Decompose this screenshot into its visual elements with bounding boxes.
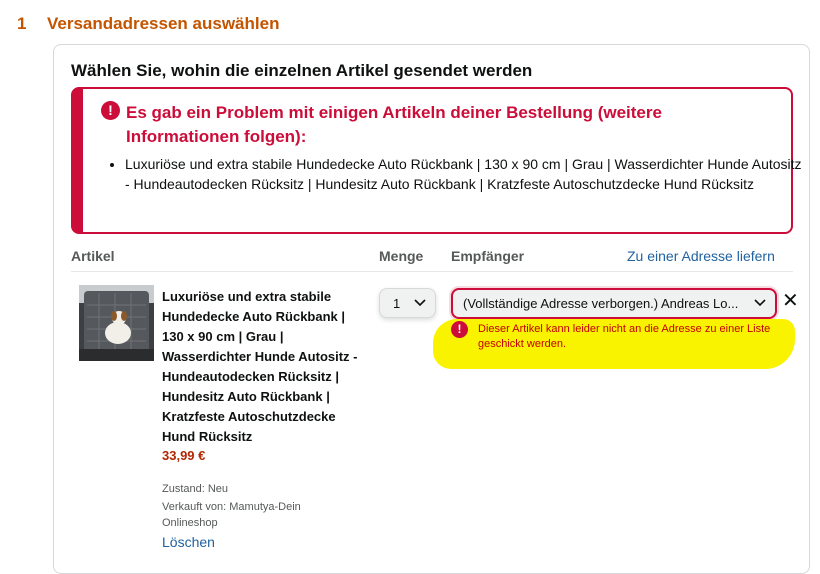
column-header-item: Artikel — [71, 248, 115, 264]
quantity-value: 1 — [393, 296, 401, 311]
alert-item-list: Luxuriöse und extra stabile Hundedecke A… — [109, 154, 805, 194]
product-condition: Zustand: Neu — [162, 483, 229, 495]
product-seller: Verkauft von: Mamutya-Dein Onlineshop — [162, 501, 301, 529]
column-header-recipient: Empfänger — [451, 248, 525, 264]
address-select[interactable]: (Vollständige Adresse verborgen.) Andrea… — [451, 288, 777, 319]
product-photo-graphic — [79, 285, 154, 361]
quantity-select[interactable]: 1 — [379, 288, 436, 318]
header-divider — [71, 271, 793, 272]
card-title: Wählen Sie, wohin die einzelnen Artikel … — [71, 61, 533, 80]
problem-alert: ! Es gab ein Problem mit einigen Artikel… — [71, 87, 802, 234]
delete-link[interactable]: Löschen — [162, 534, 215, 550]
column-header-quantity: Menge — [379, 248, 424, 264]
product-title-link[interactable]: Luxuriöse und extra stabile Hundedecke A… — [162, 287, 367, 447]
alert-heading: Es gab ein Problem mit einigen Artikeln … — [126, 103, 662, 146]
step-title: Versandadressen auswählen — [47, 14, 280, 33]
address-error-message: Dieser Artikel kann leider nicht an die … — [478, 323, 771, 350]
chevron-down-icon — [414, 299, 426, 307]
address-value: (Vollständige Adresse verborgen.) Andrea… — [463, 296, 739, 311]
step-header: 1 Versandadressen auswählen — [17, 12, 279, 36]
product-price: 33,99 € — [162, 448, 206, 463]
chevron-down-icon — [754, 299, 766, 307]
alert-icon: ! — [101, 101, 120, 120]
close-icon[interactable]: ✕ — [782, 291, 799, 311]
product-image[interactable] — [79, 285, 154, 361]
alert-item: Luxuriöse und extra stabile Hundedecke A… — [125, 154, 805, 194]
step-number: 1 — [17, 14, 27, 33]
shipping-card: Wählen Sie, wohin die einzelnen Artikel … — [53, 44, 810, 574]
ship-to-one-address-link[interactable]: Zu einer Adresse liefern — [627, 248, 775, 264]
error-icon: ! — [451, 321, 468, 338]
